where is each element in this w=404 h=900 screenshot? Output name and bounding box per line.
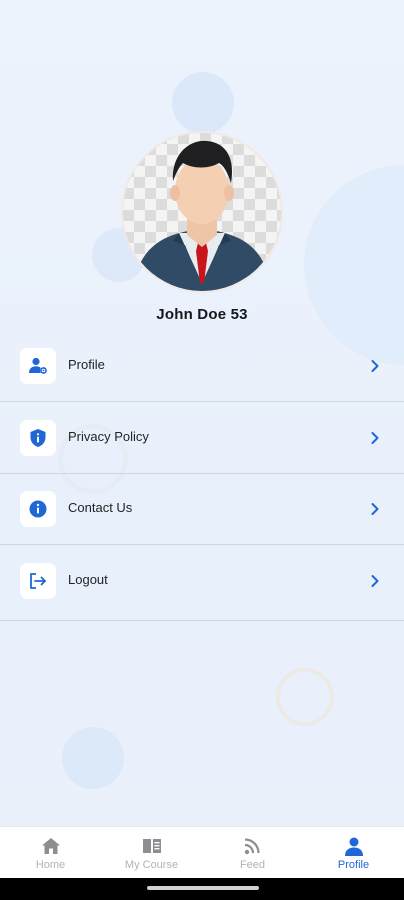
chevron-right-icon bbox=[371, 432, 379, 444]
shield-icon bbox=[30, 429, 46, 447]
menu-item-label: Privacy Policy bbox=[68, 429, 149, 444]
menu-icon-box bbox=[20, 563, 56, 599]
chevron-right-icon bbox=[371, 575, 379, 587]
nav-tab-my-course[interactable]: My Course bbox=[101, 827, 202, 879]
decorative-ring bbox=[276, 668, 334, 726]
decorative-circle bbox=[62, 727, 124, 789]
avatar-illustration bbox=[133, 140, 271, 291]
menu-item-label: Contact Us bbox=[68, 500, 133, 515]
chevron-right-icon bbox=[371, 503, 379, 515]
book-icon bbox=[142, 839, 161, 853]
bottom-navigation: Home My Course Feed Profile bbox=[0, 826, 404, 878]
menu-icon-box bbox=[20, 491, 56, 527]
nav-tab-home[interactable]: Home bbox=[0, 827, 101, 879]
avatar[interactable] bbox=[123, 133, 281, 291]
person-icon bbox=[344, 837, 363, 856]
menu-item-label: Profile bbox=[68, 357, 105, 372]
logout-icon bbox=[30, 573, 46, 589]
home-gesture-handle[interactable] bbox=[147, 886, 259, 890]
menu-icon-box bbox=[20, 348, 56, 384]
nav-tab-profile[interactable]: Profile bbox=[303, 827, 404, 879]
info-icon bbox=[29, 500, 47, 518]
nav-label: Profile bbox=[337, 859, 370, 871]
rss-icon bbox=[244, 838, 260, 855]
nav-label: My Course bbox=[124, 859, 179, 871]
menu-icon-box bbox=[20, 420, 56, 456]
menu-item-profile[interactable]: Profile bbox=[0, 330, 404, 402]
menu-item-contact-us[interactable]: Contact Us bbox=[0, 473, 404, 545]
profile-screen: John Doe 53 Profile Privacy Policy Conta… bbox=[0, 0, 404, 900]
menu-item-label: Logout bbox=[68, 572, 108, 587]
home-icon bbox=[41, 838, 60, 854]
nav-label: Feed bbox=[239, 859, 266, 871]
menu-item-logout[interactable]: Logout bbox=[0, 545, 404, 621]
user-settings-icon bbox=[29, 357, 48, 375]
nav-label: Home bbox=[35, 859, 66, 871]
chevron-right-icon bbox=[371, 360, 379, 372]
menu-item-privacy-policy[interactable]: Privacy Policy bbox=[0, 402, 404, 474]
nav-tab-feed[interactable]: Feed bbox=[202, 827, 303, 879]
decorative-circle bbox=[172, 72, 234, 134]
username: John Doe 53 bbox=[156, 306, 248, 323]
